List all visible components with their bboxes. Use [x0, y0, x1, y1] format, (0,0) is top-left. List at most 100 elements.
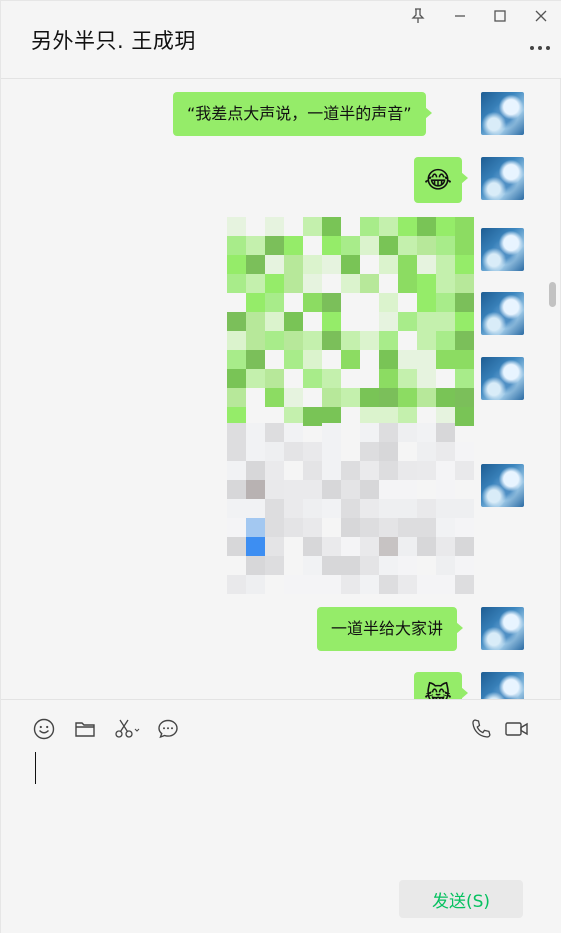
mosaic-cell	[455, 312, 474, 331]
mosaic-cell	[436, 518, 455, 537]
mosaic-cell	[436, 442, 455, 461]
mosaic-cell	[265, 255, 284, 274]
close-icon[interactable]	[530, 5, 552, 27]
mosaic-cell	[398, 217, 417, 236]
mosaic-cell	[284, 236, 303, 255]
mosaic-cell	[436, 217, 455, 236]
mosaic-cell	[303, 293, 322, 312]
emoji-message[interactable]: 😹	[414, 672, 469, 699]
mosaic-cell	[341, 388, 360, 407]
message-bubble[interactable]: 一道半给大家讲	[317, 607, 464, 651]
mosaic-cell	[398, 274, 417, 293]
mosaic-cell	[379, 480, 398, 499]
mosaic-cell	[379, 575, 398, 594]
mosaic-cell	[379, 518, 398, 537]
chat-icon[interactable]	[155, 716, 181, 742]
mosaic-cell	[341, 255, 360, 274]
mosaic-cell	[246, 480, 265, 499]
send-button[interactable]: 发送(S)	[399, 880, 523, 918]
mosaic-cell	[455, 518, 474, 537]
mosaic-cell	[322, 480, 341, 499]
mosaic-cell	[360, 442, 379, 461]
mosaic-cell	[398, 236, 417, 255]
mosaic-cell	[455, 369, 474, 388]
composer: 发送(S)	[1, 699, 561, 933]
mosaic-cell	[246, 350, 265, 369]
mosaic-cell	[417, 331, 436, 350]
mosaic-cell	[322, 537, 341, 556]
pixelated-image[interactable]	[227, 217, 474, 426]
mosaic-cell	[284, 331, 303, 350]
mosaic-cell	[303, 369, 322, 388]
more-icon[interactable]	[528, 41, 552, 55]
mosaic-cell	[341, 274, 360, 293]
pin-icon[interactable]	[407, 5, 429, 27]
mosaic-cell	[360, 423, 379, 442]
mosaic-cell	[246, 331, 265, 350]
scissors-icon[interactable]	[113, 716, 143, 742]
maximize-icon[interactable]	[489, 5, 511, 27]
emoji-icon[interactable]	[31, 716, 57, 742]
text-cursor	[35, 752, 36, 784]
mosaic-cell	[436, 350, 455, 369]
mosaic-cell	[284, 274, 303, 293]
avatar[interactable]	[481, 92, 524, 135]
mosaic-cell	[303, 442, 322, 461]
mosaic-cell	[227, 350, 246, 369]
mosaic-cell	[360, 556, 379, 575]
mosaic-cell	[360, 537, 379, 556]
mosaic-cell	[436, 556, 455, 575]
message-input[interactable]	[21, 746, 541, 866]
mosaic-cell	[227, 369, 246, 388]
avatar[interactable]	[481, 464, 524, 507]
mosaic-cell	[436, 423, 455, 442]
mosaic-cell	[455, 575, 474, 594]
mosaic-cell	[379, 255, 398, 274]
minimize-icon[interactable]	[449, 5, 471, 27]
avatar[interactable]	[481, 157, 524, 200]
avatar[interactable]	[481, 228, 524, 271]
mosaic-cell	[398, 388, 417, 407]
mosaic-cell	[227, 480, 246, 499]
avatar[interactable]	[481, 357, 524, 400]
mosaic-cell	[265, 293, 284, 312]
mosaic-cell	[246, 442, 265, 461]
mosaic-cell	[246, 518, 265, 537]
mosaic-cell	[303, 255, 322, 274]
mosaic-cell	[284, 312, 303, 331]
mosaic-cell	[227, 518, 246, 537]
mosaic-cell	[455, 537, 474, 556]
video-icon[interactable]	[503, 716, 531, 742]
mosaic-cell	[284, 350, 303, 369]
mosaic-cell	[417, 236, 436, 255]
pixelated-image[interactable]	[227, 423, 474, 594]
emoji-message[interactable]: 😂	[414, 157, 469, 203]
mosaic-cell	[322, 423, 341, 442]
folder-icon[interactable]	[72, 716, 98, 742]
mosaic-cell	[417, 369, 436, 388]
avatar[interactable]	[481, 672, 524, 699]
mosaic-cell	[379, 423, 398, 442]
mosaic-cell	[360, 331, 379, 350]
phone-icon[interactable]	[468, 716, 494, 742]
avatar[interactable]	[481, 607, 524, 650]
mosaic-cell	[398, 537, 417, 556]
mosaic-cell	[265, 423, 284, 442]
avatar[interactable]	[481, 292, 524, 335]
message-bubble[interactable]: “我差点大声说，一道半的声音”	[173, 92, 432, 136]
mosaic-cell	[265, 236, 284, 255]
mosaic-cell	[341, 461, 360, 480]
mosaic-cell	[417, 518, 436, 537]
mosaic-cell	[436, 331, 455, 350]
mosaic-cell	[417, 312, 436, 331]
mosaic-cell	[436, 274, 455, 293]
mosaic-cell	[417, 461, 436, 480]
mosaic-cell	[246, 255, 265, 274]
mosaic-cell	[379, 388, 398, 407]
mosaic-cell	[398, 350, 417, 369]
mosaic-cell	[379, 442, 398, 461]
mosaic-cell	[436, 575, 455, 594]
scrollbar-thumb[interactable]	[549, 282, 556, 307]
mosaic-cell	[436, 537, 455, 556]
mosaic-cell	[360, 518, 379, 537]
